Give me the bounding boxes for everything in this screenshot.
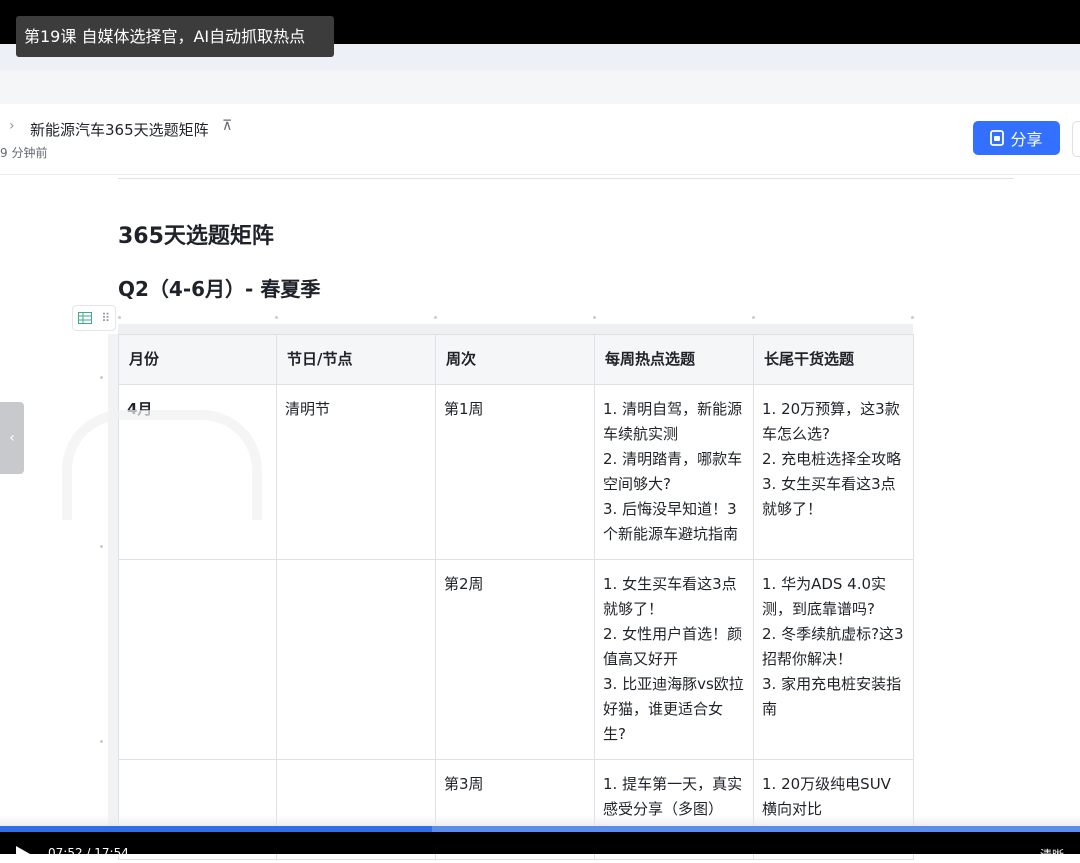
table-toolbar[interactable]: ⠿ bbox=[72, 305, 116, 331]
topic-line: 3. 家用充电桩安装指南 bbox=[762, 675, 902, 718]
header-month[interactable]: 月份 bbox=[118, 334, 277, 385]
col-dot bbox=[118, 316, 121, 319]
topic-line: 3. 后悔没早知道！3个新能源车避坑指南 bbox=[603, 500, 739, 543]
cell-hot-topics[interactable]: 1. 女生买车看这3点就够了！ 2. 女性用户首选！颜值高又好开 3. 比亚迪海豚v… bbox=[594, 559, 754, 760]
topic-line: 1. 20万预算，这3款车怎么选? bbox=[762, 400, 900, 443]
topic-line: 3. 比亚迪海豚vs欧拉好猫，谁更适合女生? bbox=[603, 675, 744, 743]
heading-1: 365天选题矩阵 bbox=[118, 224, 274, 249]
video-controls bbox=[0, 832, 1080, 854]
quality-button[interactable]: 清晰 bbox=[1040, 846, 1064, 863]
header-festival[interactable]: 节日/节点 bbox=[276, 334, 436, 385]
divider bbox=[118, 178, 1014, 179]
cell-hot-topics[interactable]: 1. 清明自驾，新能源车续航实测 2. 清明踏青，哪款车空间够大? 3. 后悔没早知… bbox=[594, 384, 754, 560]
table-header-row: 月份 节日/节点 周次 每周热点选题 长尾干货选题 bbox=[118, 334, 914, 385]
document-share-icon bbox=[990, 130, 1005, 146]
table-column-bar[interactable] bbox=[118, 324, 913, 334]
pin-icon[interactable]: ⊼ bbox=[222, 118, 232, 134]
cell-longtail-topics[interactable]: 1. 华为ADS 4.0实测，到底靠谱吗? 2. 冬季续航虚标?这3招帮你解决！ 3… bbox=[753, 559, 914, 760]
table-row: 第2周 1. 女生买车看这3点就够了！ 2. 女性用户首选！颜值高又好开 3. 比亚… bbox=[118, 559, 914, 760]
topic-line: 1. 女生买车看这3点就够了！ bbox=[603, 575, 737, 618]
cell-week[interactable]: 第2周 bbox=[435, 559, 595, 760]
drag-handle-icon[interactable]: ⠿ bbox=[101, 311, 110, 325]
breadcrumb-chevron-icon[interactable]: › bbox=[9, 118, 15, 134]
topic-line: 2. 充电桩选择全攻略 bbox=[762, 450, 902, 468]
topic-line: 2. 冬季续航虚标?这3招帮你解决！ bbox=[762, 625, 904, 668]
video-time: 07:52 / 17:54 bbox=[48, 846, 129, 860]
topic-line: 2. 女性用户首选！颜值高又好开 bbox=[603, 625, 743, 668]
row-dot bbox=[100, 740, 103, 743]
last-edited: 9 分钟前 bbox=[0, 146, 48, 160]
col-dot bbox=[275, 316, 278, 319]
topic-matrix-table: 月份 节日/节点 周次 每周热点选题 长尾干货选题 4月 清明节 第1周 1. … bbox=[118, 334, 914, 860]
cell-week[interactable]: 第1周 bbox=[435, 384, 595, 560]
cell-festival[interactable]: 清明节 bbox=[276, 384, 436, 560]
table-row-bar[interactable] bbox=[108, 334, 118, 834]
cell-longtail-topics[interactable]: 1. 20万预算，这3款车怎么选? 2. 充电桩选择全攻略 3. 女生买车看这3点就… bbox=[753, 384, 914, 560]
header-hot-topics[interactable]: 每周热点选题 bbox=[594, 334, 754, 385]
chevron-left-icon[interactable]: ‹ bbox=[0, 402, 24, 474]
topic-line: 1. 清明自驾，新能源车续航实测 bbox=[603, 400, 743, 443]
col-dot bbox=[911, 316, 914, 319]
share-button[interactable]: 分享 bbox=[973, 121, 1060, 155]
loading-placeholder bbox=[62, 410, 262, 520]
table-icon[interactable] bbox=[77, 312, 92, 324]
browser-toolbar bbox=[0, 70, 1080, 104]
row-dot bbox=[100, 545, 103, 548]
more-button[interactable] bbox=[1072, 121, 1080, 157]
heading-2: Q2（4-6月）- 春夏季 bbox=[118, 277, 321, 301]
col-dot bbox=[752, 316, 755, 319]
row-dot bbox=[100, 376, 103, 379]
doc-title[interactable]: 新能源汽车365天选题矩阵 bbox=[30, 119, 209, 140]
play-icon[interactable] bbox=[16, 846, 30, 862]
topic-line: 2. 清明踏青，哪款车空间够大? bbox=[603, 450, 743, 493]
header-longtail-topics[interactable]: 长尾干货选题 bbox=[753, 334, 914, 385]
topic-line: 1. 华为ADS 4.0实测，到底靠谱吗? bbox=[762, 575, 887, 618]
cell-festival[interactable] bbox=[276, 559, 436, 760]
video-title: 第19课 自媒体选择官，AI自动抓取热点 bbox=[16, 16, 334, 57]
cell-month[interactable] bbox=[118, 559, 277, 760]
col-dot bbox=[593, 316, 596, 319]
col-dot bbox=[434, 316, 437, 319]
topic-line: 3. 女生买车看这3点就够了！ bbox=[762, 475, 896, 518]
header-week[interactable]: 周次 bbox=[435, 334, 595, 385]
share-label: 分享 bbox=[1010, 130, 1043, 149]
